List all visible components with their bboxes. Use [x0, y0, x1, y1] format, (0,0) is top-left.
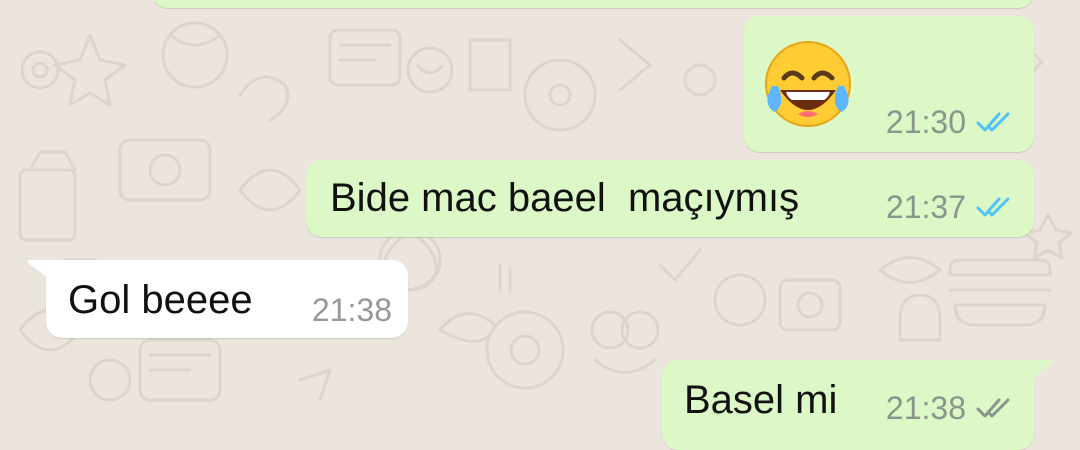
message-bubble-outgoing[interactable]: 21:30	[744, 16, 1034, 152]
delivered-ticks-icon	[976, 398, 1010, 418]
previous-message-bubble[interactable]	[152, 0, 1034, 8]
message-meta: 21:38	[886, 392, 1016, 424]
message-meta: 21:37	[886, 191, 1016, 223]
message-time: 21:30	[885, 104, 966, 140]
message-text: Bide mac baeel maçıymış	[330, 176, 800, 220]
message-time: 21:38	[885, 390, 966, 426]
message-bubble-outgoing[interactable]: Basel mi 21:38	[662, 360, 1034, 450]
message-text: Basel mi	[684, 378, 838, 422]
face-with-tears-of-joy-icon	[765, 41, 851, 127]
read-ticks-icon	[976, 197, 1010, 217]
message-time: 21:37	[885, 189, 966, 225]
read-ticks-icon	[976, 112, 1010, 132]
message-meta: 21:38	[312, 294, 392, 326]
message-bubble-incoming[interactable]: Gol beeee 21:38	[46, 260, 408, 338]
message-bubble-outgoing[interactable]: Bide mac baeel maçıymış 21:37	[306, 160, 1034, 237]
bubble-tail	[1024, 360, 1053, 384]
message-meta: 21:30	[886, 106, 1016, 138]
message-time: 21:38	[311, 292, 392, 328]
message-text: Gol beeee	[68, 278, 253, 322]
